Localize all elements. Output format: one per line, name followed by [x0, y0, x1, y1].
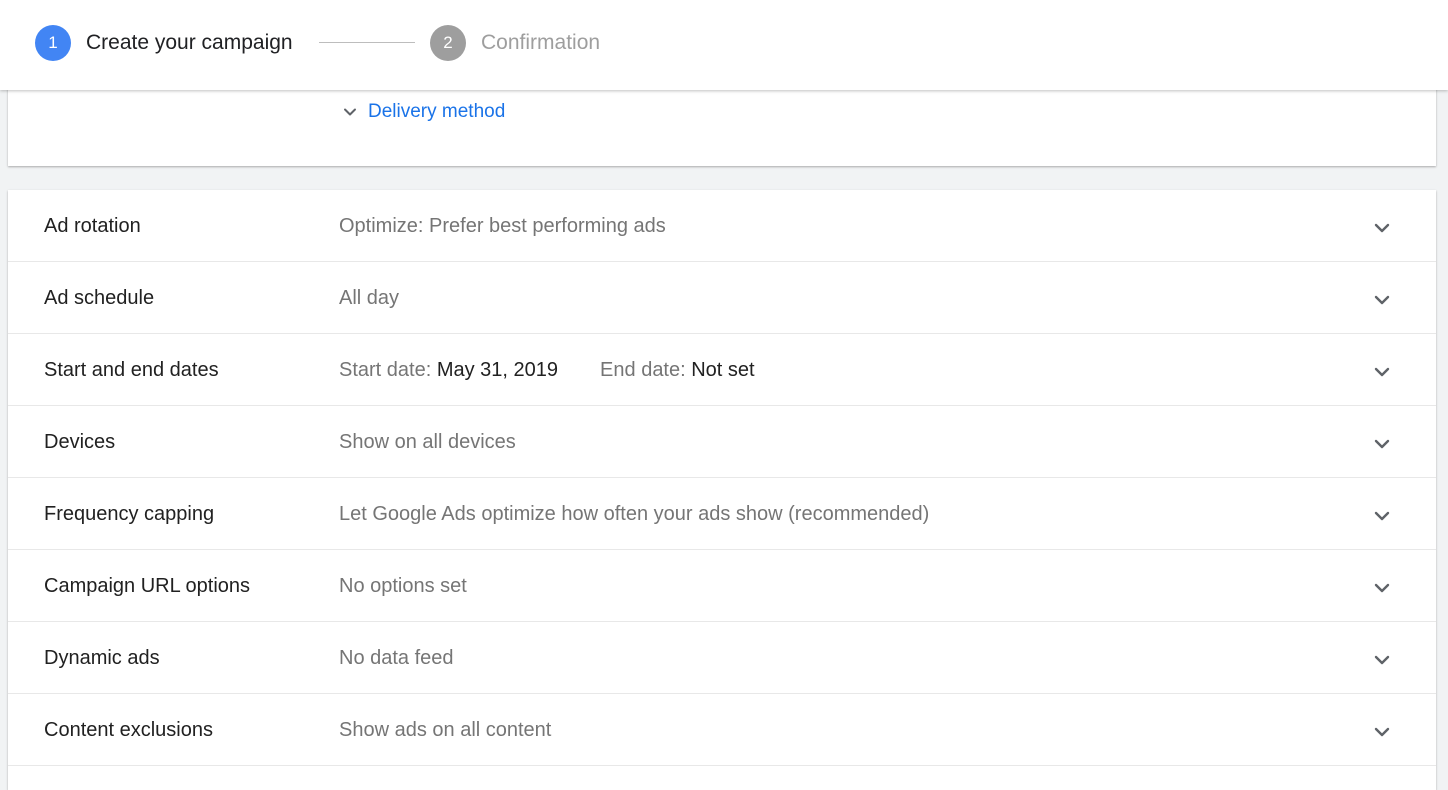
- step-connector: [319, 42, 415, 43]
- step-1-label[interactable]: Create your campaign: [86, 30, 293, 56]
- end-date-label: End date:: [600, 359, 686, 381]
- network-settings-card: Delivery method: [8, 80, 1436, 166]
- setting-title: Campaign URL options: [44, 575, 251, 597]
- chevron-down-icon[interactable]: [1370, 216, 1394, 240]
- end-date-value: Not set: [691, 359, 755, 381]
- setting-row-content-exclusions[interactable]: Content exclusions Show ads on all conte…: [8, 694, 1436, 766]
- setting-value: Show ads on all content: [339, 719, 552, 741]
- setting-row-start-end-dates[interactable]: Start and end dates Start date: May 31, …: [8, 334, 1436, 406]
- start-date-label: Start date:: [339, 359, 432, 381]
- setting-row-devices[interactable]: Devices Show on all devices: [8, 406, 1436, 478]
- setting-row-frequency-capping[interactable]: Frequency capping Let Google Ads optimiz…: [8, 478, 1436, 550]
- start-date-value: May 31, 2019: [436, 359, 559, 381]
- setting-title: Devices: [44, 431, 116, 453]
- setting-title: Ad rotation: [44, 215, 141, 237]
- chevron-down-icon[interactable]: [1370, 648, 1394, 672]
- setting-row-ad-rotation[interactable]: Ad rotation Optimize: Prefer best perfor…: [8, 190, 1436, 262]
- setting-value: No options set: [339, 575, 467, 597]
- setting-title: Frequency capping: [44, 503, 215, 525]
- setting-value: Let Google Ads optimize how often your a…: [339, 503, 930, 525]
- setting-title: Start and end dates: [44, 359, 219, 381]
- chevron-down-icon[interactable]: [1370, 504, 1394, 528]
- setting-title: Content exclusions: [44, 719, 213, 741]
- stepper-header: 1 Create your campaign 2 Confirmation: [0, 0, 1448, 90]
- delivery-method-label[interactable]: Delivery method: [368, 100, 505, 124]
- step-2-label[interactable]: Confirmation: [481, 30, 600, 56]
- chevron-down-icon[interactable]: [1370, 288, 1394, 312]
- setting-row-campaign-url-options[interactable]: Campaign URL options No options set: [8, 550, 1436, 622]
- setting-value: No data feed: [339, 647, 454, 669]
- setting-title: Ad schedule: [44, 287, 155, 309]
- additional-settings-card: Ad rotation Optimize: Prefer best perfor…: [8, 190, 1436, 790]
- setting-row-ad-schedule[interactable]: Ad schedule All day: [8, 262, 1436, 334]
- chevron-down-icon[interactable]: [1370, 360, 1394, 384]
- chevron-down-icon: [344, 108, 356, 116]
- setting-value: Show on all devices: [339, 431, 516, 453]
- step-2-number-badge: 2: [430, 25, 466, 61]
- step-1-number-badge: 1: [35, 25, 71, 61]
- setting-value-dates: Start date: May 31, 2019 End date: Not se…: [339, 357, 755, 383]
- setting-title: Dynamic ads: [44, 647, 160, 669]
- setting-value: All day: [339, 287, 400, 309]
- setting-row-dynamic-ads[interactable]: Dynamic ads No data feed: [8, 622, 1436, 694]
- chevron-down-icon[interactable]: [1370, 576, 1394, 600]
- setting-value: Optimize: Prefer best performing ads: [339, 215, 666, 237]
- chevron-down-icon[interactable]: [1370, 720, 1394, 744]
- chevron-down-icon[interactable]: [1370, 432, 1394, 456]
- delivery-method-toggle[interactable]: Delivery method: [340, 100, 505, 124]
